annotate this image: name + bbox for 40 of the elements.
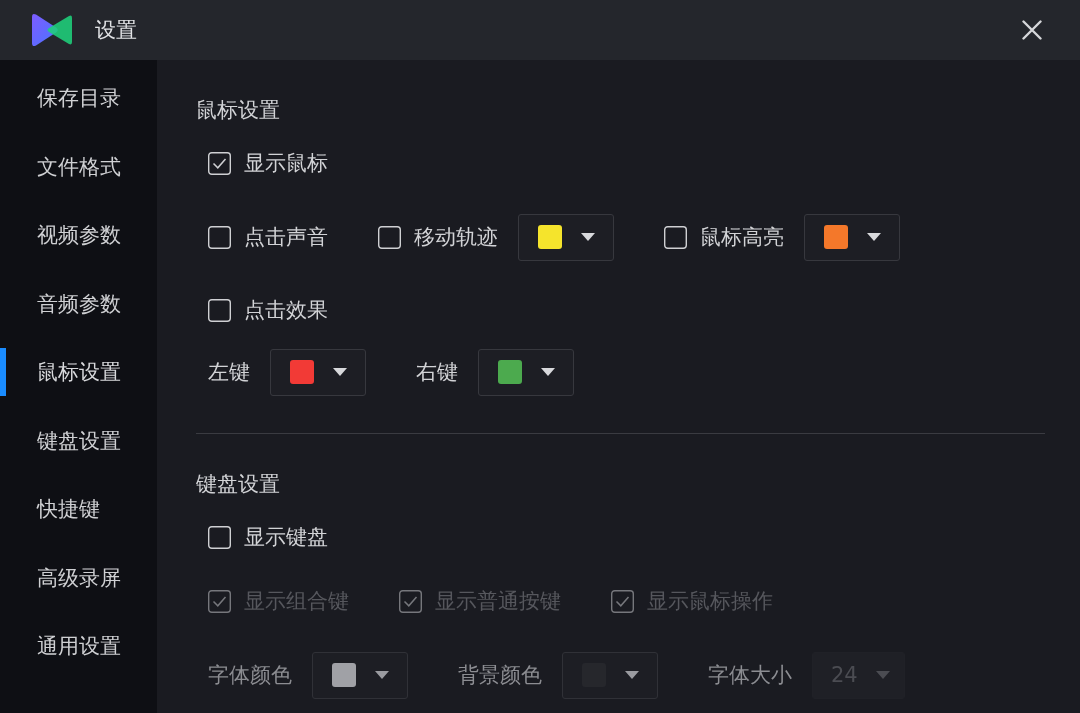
caret-icon bbox=[375, 671, 389, 679]
caret-icon bbox=[541, 368, 555, 376]
checkbox-label: 显示组合键 bbox=[244, 588, 349, 615]
sidebar-item[interactable]: 键盘设置 bbox=[0, 416, 157, 465]
caret-icon bbox=[625, 671, 639, 679]
section-heading: 键盘设置 bbox=[196, 471, 280, 498]
checkbox-label: 点击效果 bbox=[244, 297, 328, 324]
color-picker[interactable] bbox=[804, 213, 900, 261]
color-picker[interactable] bbox=[270, 348, 366, 396]
checkbox-label: 显示普通按键 bbox=[435, 588, 561, 615]
checkbox-label: 显示键盘 bbox=[244, 524, 328, 551]
close-button[interactable] bbox=[1022, 20, 1042, 40]
close-icon bbox=[1022, 20, 1042, 40]
field-label: 右键 bbox=[416, 359, 458, 386]
sidebar-item[interactable]: 视频参数 bbox=[0, 211, 157, 259]
color-picker[interactable] bbox=[518, 213, 614, 261]
caret-icon bbox=[876, 671, 890, 679]
sidebar-item[interactable]: 通用设置 bbox=[0, 622, 157, 670]
checkbox-label: 显示鼠标操作 bbox=[647, 588, 773, 615]
checkbox-label: 点击声音 bbox=[244, 224, 328, 251]
sidebar-item[interactable]: 保存目录 bbox=[0, 74, 157, 122]
caret-icon bbox=[333, 368, 347, 376]
field-label: 字体大小 bbox=[708, 662, 792, 689]
caret-icon bbox=[867, 233, 881, 241]
sidebar-item[interactable]: 鼠标设置 bbox=[0, 348, 157, 396]
window-title: 设置 bbox=[95, 17, 137, 44]
sidebar-item[interactable]: 快捷键 bbox=[0, 485, 157, 533]
caret-icon bbox=[581, 233, 595, 241]
field-label: 字体颜色 bbox=[208, 662, 292, 689]
sidebar-item[interactable]: 高级录屏 bbox=[0, 553, 157, 602]
sidebar-item[interactable]: 音频参数 bbox=[0, 279, 157, 328]
checkbox-label: 移动轨迹 bbox=[414, 224, 498, 251]
checkbox-label: 显示鼠标 bbox=[244, 150, 328, 177]
color-picker[interactable] bbox=[478, 348, 574, 396]
logo-icon bbox=[32, 13, 72, 47]
sidebar-item[interactable]: 文件格式 bbox=[0, 142, 157, 191]
section-heading: 鼠标设置 bbox=[196, 97, 280, 124]
checkbox-label: 鼠标高亮 bbox=[700, 224, 784, 251]
field-label: 左键 bbox=[208, 359, 250, 386]
field-label: 背景颜色 bbox=[458, 662, 542, 689]
